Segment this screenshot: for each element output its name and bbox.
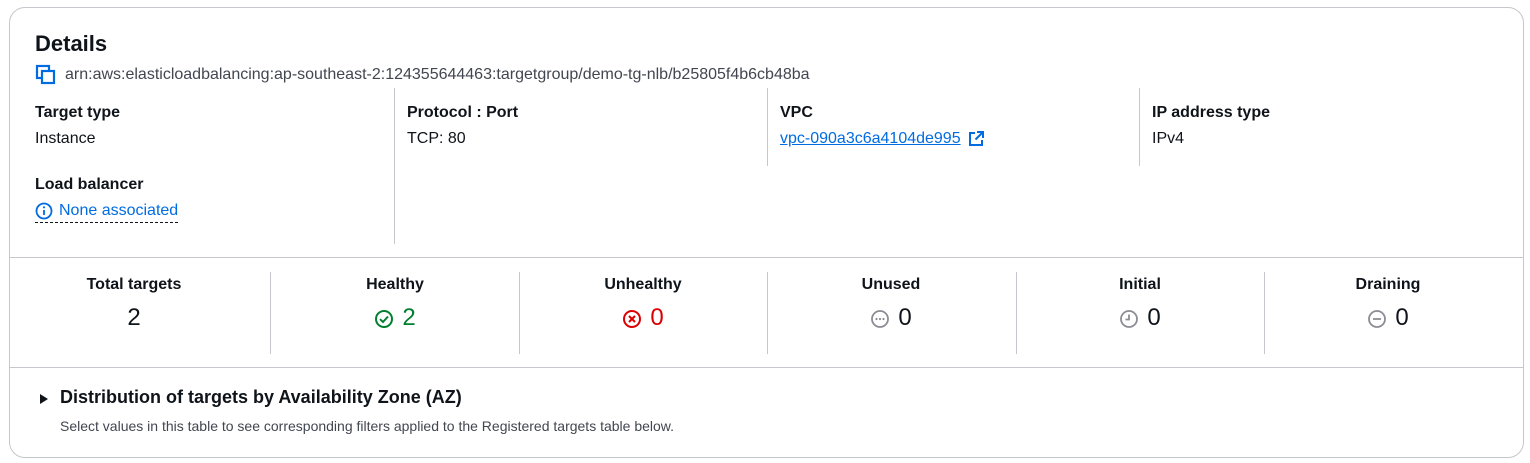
vpc-value-wrap: vpc-090a3c6a4104de995 <box>780 130 985 148</box>
distribution-title: Distribution of targets by Availability … <box>60 387 462 407</box>
stat-divider <box>519 272 520 354</box>
stat-value-wrap: 2 <box>271 304 519 332</box>
stat-initial[interactable]: Initial 0 <box>1016 272 1264 354</box>
stat-label: Unhealthy <box>604 276 682 293</box>
clock-icon <box>1119 308 1139 328</box>
arn-text: arn:aws:elasticloadbalancing:ap-southeas… <box>65 66 810 83</box>
stat-divider <box>1016 272 1017 354</box>
vpc-field: VPC vpc-090a3c6a4104de995 <box>780 88 985 148</box>
stat-unused[interactable]: Unused 0 <box>767 272 1015 354</box>
stat-healthy[interactable]: Healthy 2 <box>271 272 519 354</box>
load-balancer-value-wrap: None associated <box>35 202 179 225</box>
stat-divider <box>767 272 768 354</box>
load-balancer-label: Load balancer <box>35 176 144 193</box>
details-panel: Details arn:aws:elasticloadbalancing:ap-… <box>9 7 1524 458</box>
stat-label: Unused <box>861 276 921 293</box>
stat-value: 0 <box>898 304 912 331</box>
section-divider <box>10 257 1523 258</box>
protocol-port-value: TCP: 80 <box>407 130 466 147</box>
check-circle-icon <box>374 308 394 328</box>
stat-value-wrap: 0 <box>519 304 767 332</box>
stat-value: 0 <box>650 304 664 331</box>
stat-total-targets: Total targets 2 <box>10 272 258 354</box>
distribution-toggle[interactable]: Distribution of targets by Availability … <box>38 387 462 408</box>
vpc-link[interactable]: vpc-090a3c6a4104de995 <box>780 130 985 148</box>
caret-right-icon <box>38 392 50 404</box>
external-link-icon <box>967 130 985 148</box>
stat-label: Draining <box>1355 276 1421 293</box>
ip-address-type-label: IP address type <box>1152 104 1270 121</box>
stat-value: 2 <box>402 304 416 331</box>
stat-label: Initial <box>1119 276 1161 293</box>
stat-divider <box>270 272 271 354</box>
stat-value-wrap: 0 <box>1016 304 1264 332</box>
vpc-label: VPC <box>780 104 813 121</box>
vpc-value: vpc-090a3c6a4104de995 <box>780 130 961 147</box>
stat-value-wrap: 0 <box>767 304 1015 332</box>
stat-label: Healthy <box>366 276 424 293</box>
stat-draining[interactable]: Draining 0 <box>1264 272 1512 354</box>
distribution-description: Select values in this table to see corre… <box>60 418 675 434</box>
stat-value: 2 <box>127 304 141 331</box>
stat-value-wrap: 2 <box>10 304 258 332</box>
ellipsis-circle-icon <box>870 308 890 328</box>
stat-unhealthy[interactable]: Unhealthy 0 <box>519 272 767 354</box>
load-balancer-link[interactable]: None associated <box>35 202 179 223</box>
target-type-value: Instance <box>35 130 96 147</box>
target-type-label: Target type <box>35 104 121 121</box>
stat-label: Total targets <box>86 276 182 293</box>
column-divider <box>394 88 395 244</box>
minus-circle-icon <box>1367 308 1387 328</box>
copy-icon[interactable] <box>35 64 57 86</box>
target-type-field: Target type Instance Load balancer None … <box>35 88 179 225</box>
ip-address-type-value: IPv4 <box>1152 130 1185 147</box>
load-balancer-value: None associated <box>59 202 179 219</box>
error-circle-icon <box>622 308 642 328</box>
ip-address-type-field: IP address type IPv4 <box>1152 88 1270 148</box>
panel-title: Details <box>35 31 108 56</box>
stat-value: 0 <box>1147 304 1161 331</box>
protocol-port-label: Protocol : Port <box>407 104 519 121</box>
protocol-port-field: Protocol : Port TCP: 80 <box>407 88 518 148</box>
info-icon <box>35 202 53 220</box>
column-divider <box>1139 88 1140 166</box>
stat-divider <box>1264 272 1265 354</box>
arn-row: arn:aws:elasticloadbalancing:ap-southeas… <box>35 64 810 86</box>
stat-value: 0 <box>1395 304 1409 331</box>
section-divider <box>10 367 1523 368</box>
column-divider <box>767 88 768 166</box>
stat-value-wrap: 0 <box>1264 304 1512 332</box>
